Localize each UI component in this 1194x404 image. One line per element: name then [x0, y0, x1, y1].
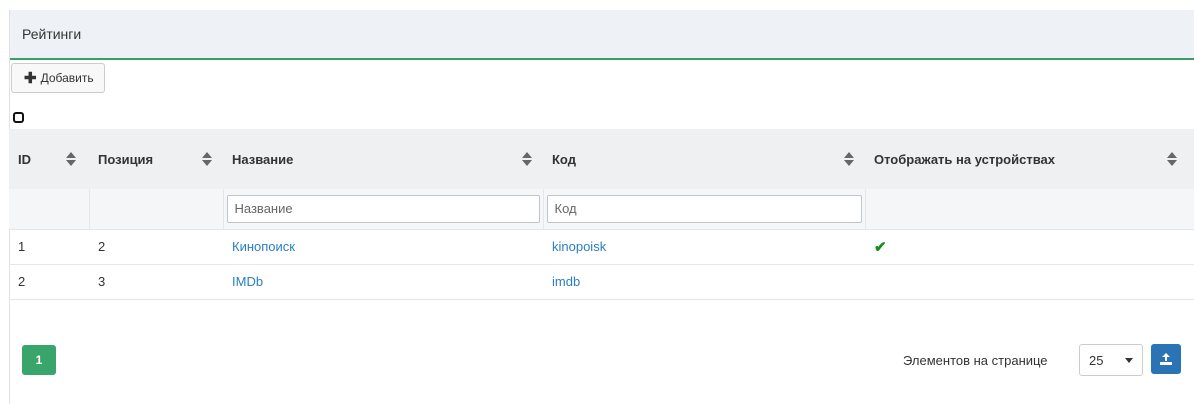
filter-cell-id: [9, 189, 89, 229]
cell-code: kinopoisk: [543, 229, 865, 264]
cell-code: imdb: [543, 264, 865, 299]
per-page-label: Элементов на странице: [903, 353, 1048, 368]
column-header-position[interactable]: Позиция: [89, 129, 223, 189]
caret-down-icon: [1125, 358, 1133, 363]
sort-icon[interactable]: [521, 150, 533, 168]
sort-icon[interactable]: [843, 150, 855, 168]
table-row: 2 3 IMDb imdb: [9, 264, 1194, 299]
per-page-value: 25: [1089, 352, 1104, 368]
add-button-label: Добавить: [40, 71, 94, 85]
sort-icon[interactable]: [65, 150, 77, 168]
per-page-select[interactable]: 25: [1079, 344, 1143, 376]
rating-name-link[interactable]: IMDb: [232, 274, 263, 289]
cell-id: 1: [18, 239, 26, 254]
export-icon: [1160, 353, 1172, 365]
checkmark-icon: ✔: [874, 238, 887, 256]
select-all-checkbox[interactable]: [13, 112, 24, 123]
cell-show-on-devices: [865, 264, 1194, 299]
sort-icon[interactable]: [201, 150, 213, 168]
filter-cell-name: [222, 189, 543, 229]
panel-title: Рейтинги: [22, 26, 82, 42]
cell-name: IMDb: [223, 264, 543, 299]
rating-code-link[interactable]: imdb: [552, 274, 580, 289]
column-header-show-on-devices[interactable]: Отображать на устройствах: [865, 129, 1194, 189]
cell-show-on-devices: ✔: [865, 229, 1194, 264]
code-filter-input[interactable]: [546, 194, 862, 223]
column-header-code[interactable]: Код: [543, 129, 865, 189]
column-header-name[interactable]: Название: [223, 129, 543, 189]
cell-id: 2: [18, 274, 26, 289]
add-button[interactable]: ✚ Добавить: [11, 63, 105, 93]
rating-code-link[interactable]: kinopoisk: [552, 239, 606, 254]
page-button-current[interactable]: 1: [22, 345, 56, 375]
table-row: 1 2 Кинопоиск kinopoisk ✔: [9, 229, 1194, 264]
cell-position: 2: [98, 239, 106, 254]
filter-row: [9, 189, 1194, 229]
filter-cell-position: [88, 189, 223, 229]
filter-cell-code: [542, 189, 865, 229]
plus-icon: ✚: [24, 69, 37, 87]
export-button[interactable]: [1151, 344, 1181, 374]
table-header-row: ID Позиция Название Код Отображать на ус…: [9, 129, 1194, 189]
ratings-table: ID Позиция Название Код Отображать на ус…: [9, 129, 1194, 300]
sort-icon[interactable]: [1166, 150, 1178, 168]
cell-name: Кинопоиск: [223, 229, 543, 264]
rating-name-link[interactable]: Кинопоиск: [232, 239, 295, 254]
panel-heading: Рейтинги: [10, 10, 1194, 60]
name-filter-input[interactable]: [226, 194, 540, 223]
cell-position: 3: [98, 274, 106, 289]
filter-cell-show-on-devices: [864, 189, 1194, 229]
column-header-id[interactable]: ID: [9, 129, 89, 189]
